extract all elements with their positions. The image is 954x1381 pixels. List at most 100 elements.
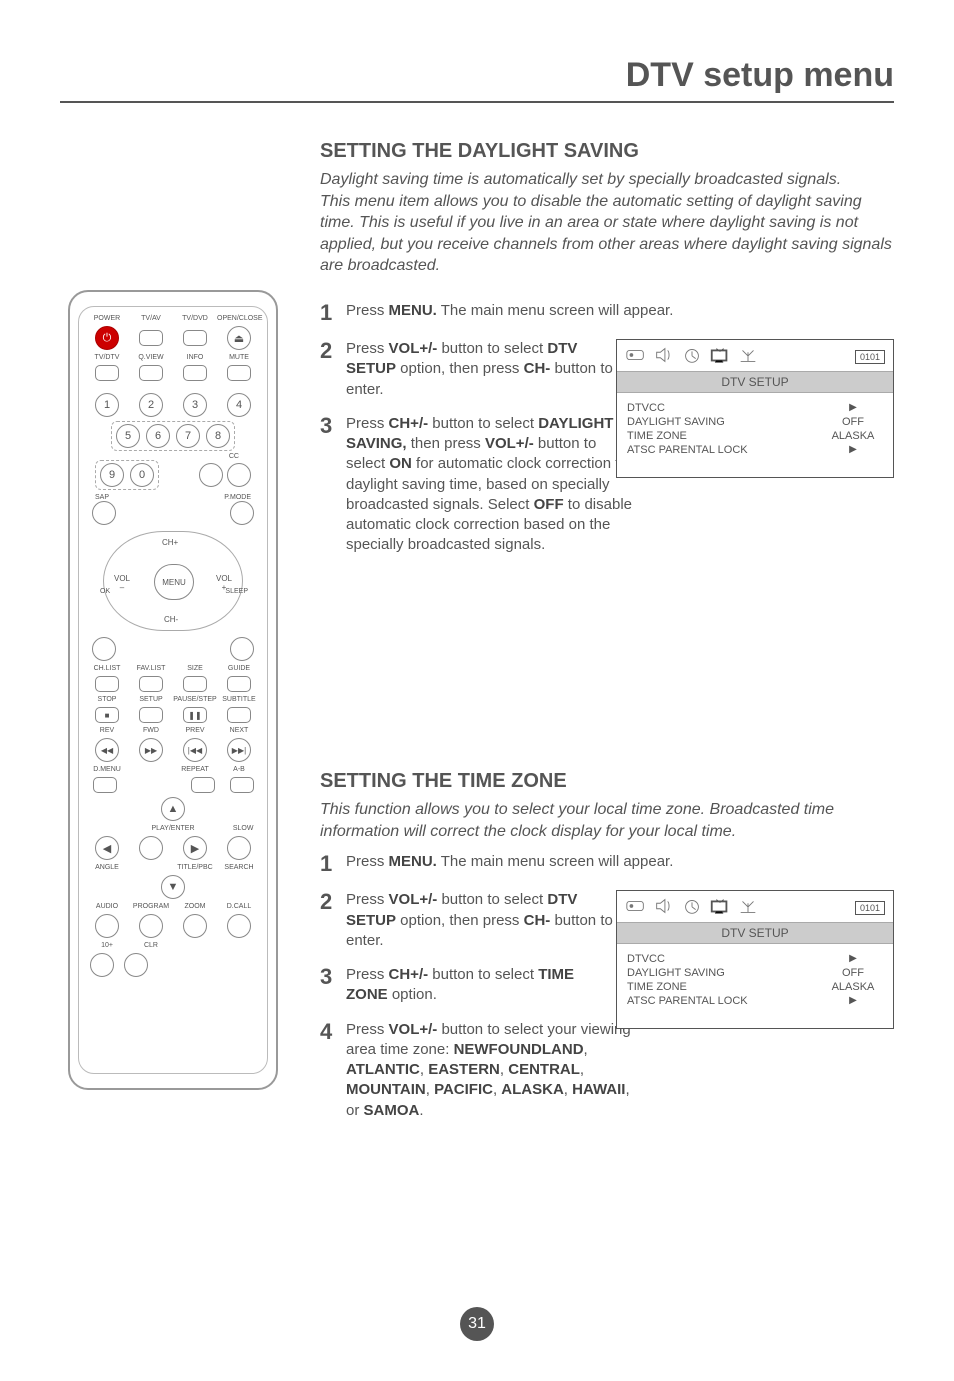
num-5[interactable]: 5 xyxy=(116,424,140,448)
t: , xyxy=(420,1061,428,1078)
tenplus-button[interactable] xyxy=(90,953,114,977)
t: Press xyxy=(346,1021,389,1038)
remote-inner: POWERTV/AVTV/DVDOPEN/CLOSE ⏻ ⏏ TV/DTVQ.V… xyxy=(78,306,268,1074)
lbl-tvdtv: TV/DTV xyxy=(85,354,129,361)
ch-down[interactable]: CH- xyxy=(164,615,178,624)
num-1[interactable]: 1 xyxy=(95,393,119,417)
k: ATSC PARENTAL LOCK xyxy=(627,444,748,456)
prev-button[interactable]: |◀◀ xyxy=(183,738,207,762)
tvdtv-button[interactable] xyxy=(95,365,119,381)
arrow-right[interactable]: ▶ xyxy=(183,836,207,860)
stop-button[interactable]: ■ xyxy=(95,707,119,723)
num-2[interactable]: 2 xyxy=(139,393,163,417)
num-3[interactable]: 3 xyxy=(183,393,207,417)
eject-button[interactable]: ⏏ xyxy=(227,326,251,350)
osd-row: DTVCC▶ xyxy=(627,401,883,415)
size-button[interactable] xyxy=(183,676,207,692)
program-button[interactable] xyxy=(139,914,163,938)
lbl-ab: A-B xyxy=(217,766,261,773)
dtv-icon xyxy=(709,897,731,918)
ab-button[interactable] xyxy=(230,777,254,793)
t: HAWAII xyxy=(572,1081,625,1098)
ch-up[interactable]: CH+ xyxy=(162,538,178,547)
v: OFF xyxy=(823,416,883,428)
osd-title: DTV SETUP xyxy=(617,922,893,944)
lbl-dcall: D.CALL xyxy=(217,903,261,910)
blank-btn-b[interactable] xyxy=(227,463,251,487)
arrow-up[interactable]: ▲ xyxy=(161,797,185,821)
pmode-button[interactable] xyxy=(230,501,254,525)
sap-label: SAP xyxy=(95,494,109,501)
step-text: Press VOL+/- button to select your viewi… xyxy=(346,1020,636,1121)
dcall-button[interactable] xyxy=(227,914,251,938)
zoom-button[interactable] xyxy=(183,914,207,938)
lbl-prev: PREV xyxy=(173,727,217,734)
t: VOL+/- xyxy=(485,435,534,452)
play-enter-button[interactable] xyxy=(139,836,163,860)
dmenu-button[interactable] xyxy=(93,777,117,793)
step-text: Press VOL+/- button to select DTV SETUP … xyxy=(346,890,616,951)
t: option, then press xyxy=(396,912,524,929)
t: , xyxy=(580,1061,584,1078)
repeat-button[interactable] xyxy=(191,777,215,793)
lbl-audio: AUDIO xyxy=(85,903,129,910)
k: ATSC PARENTAL LOCK xyxy=(627,995,748,1007)
qview-button[interactable] xyxy=(139,365,163,381)
guide-button[interactable] xyxy=(227,676,251,692)
num-6[interactable]: 6 xyxy=(146,424,170,448)
arrow-down[interactable]: ▼ xyxy=(161,875,185,899)
ok-button[interactable] xyxy=(92,637,116,661)
k: DAYLIGHT SAVING xyxy=(627,416,725,428)
lbl-subtitle: SUBTITLE xyxy=(217,696,261,703)
lbl-next: NEXT xyxy=(217,727,261,734)
menu-button[interactable]: MENU xyxy=(154,564,194,600)
step-text: Press CH+/- button to select TIME ZONE o… xyxy=(346,965,616,1006)
fwd-button[interactable]: ▶▶ xyxy=(139,738,163,762)
clr-button[interactable] xyxy=(124,953,148,977)
power-button[interactable]: ⏻ xyxy=(95,326,119,350)
t: Press xyxy=(346,302,389,319)
pause-button[interactable]: ❚❚ xyxy=(183,707,207,723)
info-button[interactable] xyxy=(183,365,207,381)
subtitle-button[interactable] xyxy=(227,707,251,723)
tvdvd-button[interactable] xyxy=(183,330,207,346)
num-4[interactable]: 4 xyxy=(227,393,251,417)
num-9[interactable]: 9 xyxy=(100,463,124,487)
timer-icon xyxy=(681,897,703,918)
t: CH- xyxy=(524,360,551,377)
lbl-titlepbc: TITLE/PBC xyxy=(173,864,217,871)
setup-button[interactable] xyxy=(139,707,163,723)
lbl-power: POWER xyxy=(85,315,129,322)
timer-icon xyxy=(681,346,703,367)
arrow-left[interactable]: ◀ xyxy=(95,836,119,860)
num-7[interactable]: 7 xyxy=(176,424,200,448)
vol-down[interactable]: VOL – xyxy=(114,574,130,592)
lbl-qview: Q.VIEW xyxy=(129,354,173,361)
rev-button[interactable]: ◀◀ xyxy=(95,738,119,762)
slow-button[interactable] xyxy=(227,836,251,860)
num-8[interactable]: 8 xyxy=(206,424,230,448)
step-num: 1 xyxy=(320,852,346,876)
sap-button[interactable] xyxy=(92,501,116,525)
t: Press xyxy=(346,966,389,983)
lbl-slow: SLOW xyxy=(209,825,253,832)
next-button[interactable]: ▶▶| xyxy=(227,738,251,762)
antenna-icon xyxy=(737,346,759,367)
page-number: 31 xyxy=(460,1307,494,1341)
osd-badge: 0101 xyxy=(855,350,885,364)
audio-button[interactable] xyxy=(95,914,119,938)
mute-button[interactable] xyxy=(227,365,251,381)
osd-title: DTV SETUP xyxy=(617,371,893,393)
chlist-button[interactable] xyxy=(95,676,119,692)
t: Press xyxy=(346,853,389,870)
tvav-button[interactable] xyxy=(139,330,163,346)
blank-btn-a[interactable] xyxy=(199,463,223,487)
t: button to select xyxy=(428,415,538,432)
favlist-button[interactable] xyxy=(139,676,163,692)
osd-dtv-setup-1: 0101 DTV SETUP DTVCC▶ DAYLIGHT SAVING OFF… xyxy=(616,339,894,478)
num-0[interactable]: 0 xyxy=(130,463,154,487)
sleep-button[interactable] xyxy=(230,637,254,661)
t: ATLANTIC xyxy=(346,1061,420,1078)
lbl-tvdvd: TV/DVD xyxy=(173,315,217,322)
nav-ring: MENU CH+ CH- VOL – VOL + OK SLEEP xyxy=(103,531,243,631)
